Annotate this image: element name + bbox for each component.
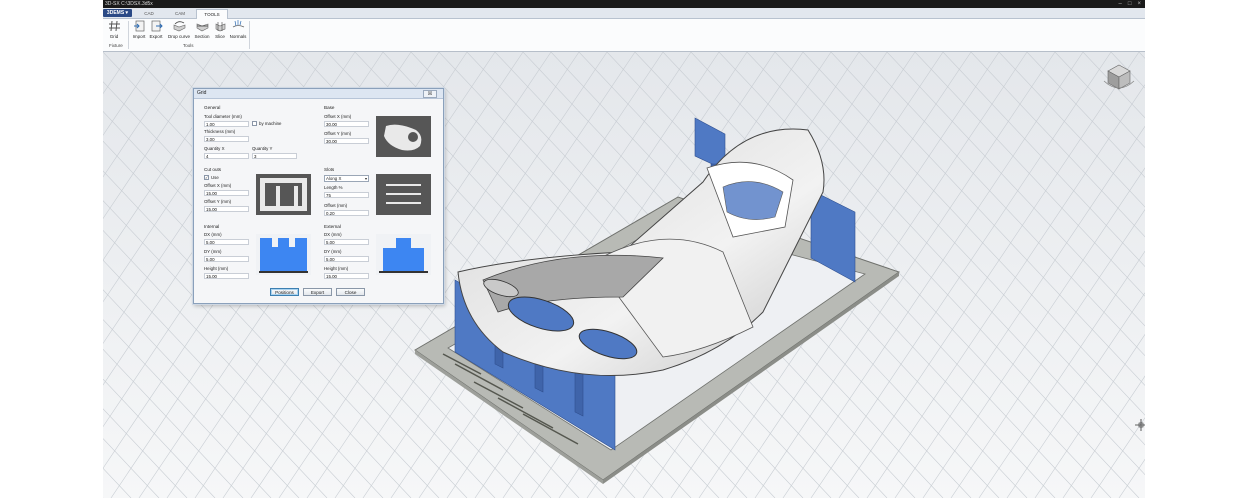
minimize-button[interactable]: –	[1119, 0, 1122, 8]
base-offset-x-label: Offset X (mm)	[324, 114, 352, 119]
slots-offset-input[interactable]: 0.20	[324, 210, 369, 216]
normals-icon	[232, 20, 244, 28]
grid-tool-button[interactable]: Grid	[105, 20, 123, 40]
cutouts-offset-y-label: Offset Y (mm)	[204, 199, 232, 204]
export-tool-button[interactable]: Export	[147, 20, 165, 40]
general-section-title: General	[204, 105, 221, 110]
chevron-down-icon: ▾	[364, 176, 367, 181]
section-tool-label: Section	[194, 34, 210, 39]
external-section-title: External	[324, 224, 341, 229]
internal-dy-input[interactable]: 5.00	[204, 256, 249, 262]
slice-tool-button[interactable]: Slice	[211, 20, 229, 40]
external-height-label: Height (mm)	[324, 266, 349, 271]
internal-height-label: Height (mm)	[204, 266, 229, 271]
slots-length-input[interactable]: 75	[324, 192, 369, 198]
import-tool-label: Import	[132, 34, 146, 39]
grid-dialog: Grid ☒ General Tool diameter (mm) 1.00 b…	[193, 88, 444, 304]
slots-section-title: Slots	[324, 167, 335, 172]
base-offset-y-input[interactable]: 30.00	[324, 138, 369, 144]
tab-tools[interactable]: TOOLS	[196, 9, 228, 19]
base-offset-x-input[interactable]: 30.00	[324, 121, 369, 127]
internal-dx-label: DX (mm)	[204, 232, 222, 237]
external-dx-label: DX (mm)	[324, 232, 342, 237]
normals-tool-button[interactable]: Normals	[228, 20, 248, 40]
close-button[interactable]: Close	[336, 288, 365, 296]
internal-height-input[interactable]: 15.00	[204, 273, 249, 279]
cutouts-offset-x-input[interactable]: 15.00	[204, 190, 249, 196]
external-dx-input[interactable]: 5.00	[324, 239, 369, 245]
normals-tool-label: Normals	[229, 34, 247, 39]
import-icon	[133, 20, 144, 32]
quantity-x-input[interactable]: 4	[204, 153, 249, 159]
cutouts-offset-x-label: Offset X (mm)	[204, 183, 232, 188]
window-controls: – □ ×	[1119, 0, 1141, 8]
internal-preview-image	[256, 234, 311, 275]
thickness-label: Thickness (mm)	[204, 129, 236, 134]
external-dy-label: DY (mm)	[324, 249, 342, 254]
quantity-y-label: Quantity Y	[252, 146, 273, 151]
title-bar: 3D-SX C:\3DSX.3d5x – □ ×	[103, 0, 1145, 8]
application-window: 3D-SX C:\3DSX.3d5x – □ × 3DEMS ▾ CAD CAM…	[103, 0, 1145, 498]
dialog-title-bar: Grid ☒	[194, 89, 443, 99]
internal-section-title: Internal	[204, 224, 220, 229]
drop-curve-tool-button[interactable]: Drop curve	[168, 20, 190, 40]
fixture-group-title: Fixture	[109, 43, 123, 48]
cutouts-use-label: Use	[211, 175, 219, 180]
external-preview-image	[376, 234, 431, 275]
group-divider	[128, 21, 129, 49]
ribbon: Grid Fixture Import Export Drop curve Se…	[103, 19, 1145, 52]
slice-icon	[215, 22, 225, 32]
import-tool-button[interactable]: Import	[130, 20, 148, 40]
slots-mode-value: Along X	[326, 176, 342, 181]
cutouts-use-checkbox[interactable]: ✓	[204, 175, 209, 180]
base-preview-image	[376, 116, 431, 157]
ribbon-tabs: 3DEMS ▾ CAD CAM TOOLS	[103, 8, 1145, 19]
slots-mode-select[interactable]: Along X ▾	[324, 175, 369, 182]
tool-diameter-label: Tool diameter (mm)	[204, 114, 242, 119]
tool-diameter-input[interactable]: 1.00	[204, 121, 249, 127]
slice-tool-label: Slice	[215, 34, 225, 39]
dialog-close-icon[interactable]: ☒	[423, 90, 437, 98]
slots-length-label: Length %	[324, 185, 343, 190]
close-window-button[interactable]: ×	[1137, 0, 1141, 8]
export-button[interactable]: Export	[303, 288, 332, 296]
slots-offset-label: Offset (mm)	[324, 203, 348, 208]
by-machine-label: by machine	[259, 121, 282, 126]
cutouts-offset-y-input[interactable]: 15.00	[204, 206, 249, 212]
group-divider	[249, 21, 250, 49]
tab-cam[interactable]: CAM	[165, 9, 195, 18]
section-icon	[196, 23, 208, 32]
external-dy-input[interactable]: 5.00	[324, 256, 369, 262]
thickness-input[interactable]: 3.00	[204, 136, 249, 142]
slots-preview-image	[376, 174, 431, 215]
app-menu-button[interactable]: 3DEMS ▾	[103, 9, 132, 17]
cutouts-section-title: Cut outs	[204, 167, 222, 172]
tools-group-title: Tools	[183, 43, 194, 48]
export-icon	[151, 20, 163, 32]
drop-curve-tool-label: Drop curve	[168, 34, 191, 39]
maximize-button[interactable]: □	[1128, 0, 1132, 8]
crosshair-cursor-icon	[1135, 419, 1145, 431]
quantity-x-label: Quantity X	[204, 146, 225, 151]
base-section-title: Base	[324, 105, 335, 110]
export-tool-label: Export	[149, 34, 163, 39]
window-title: 3D-SX C:\3DSX.3d5x	[105, 1, 153, 7]
section-tool-button[interactable]: Section	[193, 20, 211, 40]
positions-button[interactable]: Positions	[270, 288, 299, 296]
external-height-input[interactable]: 15.00	[324, 273, 369, 279]
drop-curve-icon	[173, 21, 185, 32]
cutouts-preview-image	[256, 174, 311, 215]
quantity-y-input[interactable]: 3	[252, 153, 297, 159]
internal-dx-input[interactable]: 5.00	[204, 239, 249, 245]
grid-icon	[108, 20, 120, 32]
by-machine-checkbox[interactable]	[252, 121, 257, 126]
base-offset-y-label: Offset Y (mm)	[324, 131, 352, 136]
dialog-title: Grid	[197, 90, 207, 96]
internal-dy-label: DY (mm)	[204, 249, 222, 254]
grid-tool-label: Grid	[109, 34, 119, 39]
tab-cad[interactable]: CAD	[134, 9, 164, 18]
